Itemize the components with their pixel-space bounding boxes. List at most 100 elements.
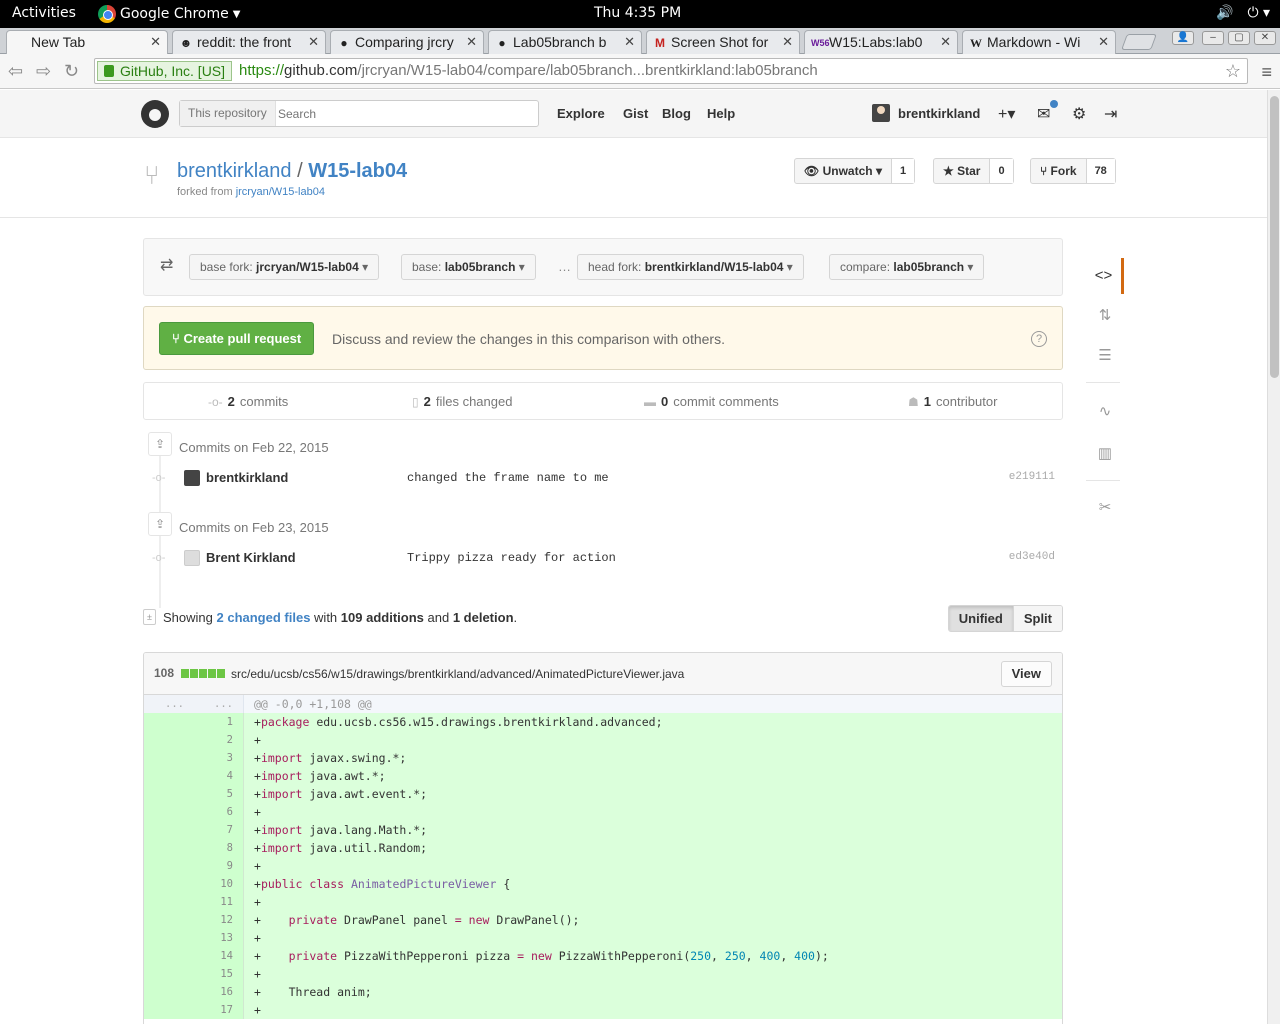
old-line-number[interactable]	[144, 893, 194, 911]
page-scrollbar[interactable]	[1267, 90, 1280, 1024]
tab-w15-labs[interactable]: W56 W15:Labs:lab0 ✕	[804, 30, 958, 54]
old-line-number[interactable]	[144, 1001, 194, 1019]
new-line-number[interactable]: 13	[194, 929, 244, 947]
new-line-number[interactable]: 3	[194, 749, 244, 767]
old-line-number[interactable]	[144, 731, 194, 749]
code-icon[interactable]: <>	[1086, 258, 1124, 294]
old-line-number[interactable]	[144, 713, 194, 731]
old-line-number[interactable]	[144, 857, 194, 875]
fork-count[interactable]: 78	[1085, 159, 1115, 183]
contributors-tab[interactable]: ☗ 1 contributor	[908, 394, 997, 409]
changed-files-link[interactable]: 2 changed files	[217, 610, 311, 625]
pull-requests-icon[interactable]: ⇅	[1086, 298, 1124, 334]
commit-message[interactable]: Trippy pizza ready for action	[407, 551, 616, 565]
close-icon[interactable]: ✕	[940, 34, 951, 50]
new-line-number[interactable]: 15	[194, 965, 244, 983]
address-bar[interactable]: GitHub, Inc. [US] https://github.com/jrc…	[94, 58, 1248, 84]
close-icon[interactable]: ✕	[150, 34, 161, 50]
new-line-number[interactable]: 12	[194, 911, 244, 929]
commits-tab[interactable]: -o- 2 commits	[208, 394, 288, 409]
unwatch-button[interactable]: 👁 Unwatch ▾ 1	[794, 158, 916, 184]
nav-explore[interactable]: Explore	[557, 106, 605, 121]
close-window-button[interactable]: ✕	[1254, 31, 1276, 45]
profile-icon[interactable]: 👤	[1172, 31, 1194, 45]
new-line-number[interactable]: 9	[194, 857, 244, 875]
expand-new[interactable]: ...	[194, 695, 244, 713]
expand-old[interactable]: ...	[144, 695, 194, 713]
new-line-number[interactable]: 10	[194, 875, 244, 893]
commit-comments-tab[interactable]: ▬ 0 commit comments	[644, 394, 779, 409]
tab-comparing[interactable]: ● Comparing jrcry ✕	[330, 30, 484, 54]
commit-sha[interactable]: e219111	[1009, 471, 1055, 483]
old-line-number[interactable]	[144, 965, 194, 983]
base-fork-select[interactable]: base fork: jrcryan/W15-lab04 ▾	[189, 254, 380, 280]
old-line-number[interactable]	[144, 839, 194, 857]
sign-out-icon[interactable]: ⇥	[1104, 104, 1117, 124]
settings-gear-icon[interactable]: ⚙	[1072, 104, 1086, 124]
old-line-number[interactable]	[144, 803, 194, 821]
repo-name-link[interactable]: W15-lab04	[308, 160, 407, 182]
new-tab-button[interactable]	[1121, 34, 1157, 50]
old-line-number[interactable]	[144, 929, 194, 947]
watch-count[interactable]: 1	[890, 159, 915, 183]
fork-button[interactable]: ⑂ Fork 78	[1030, 158, 1116, 184]
graphs-icon[interactable]: ▥	[1086, 436, 1124, 472]
create-pull-request-button[interactable]: ⑂ Create pull request	[159, 322, 315, 355]
close-icon[interactable]: ✕	[466, 34, 477, 50]
nav-gist[interactable]: Gist	[623, 106, 648, 121]
user-profile-link[interactable]: brentkirkland	[872, 104, 980, 122]
new-line-number[interactable]: 11	[194, 893, 244, 911]
old-line-number[interactable]	[144, 749, 194, 767]
tab-new-tab[interactable]: New Tab ✕	[6, 30, 168, 54]
old-line-number[interactable]	[144, 785, 194, 803]
search-input[interactable]	[278, 104, 528, 123]
close-icon[interactable]: ✕	[1098, 34, 1109, 50]
old-line-number[interactable]	[144, 947, 194, 965]
old-line-number[interactable]	[144, 983, 194, 1001]
forward-icon[interactable]: ⇨	[36, 61, 51, 82]
app-menu[interactable]: Google Chrome ▼	[98, 5, 240, 23]
repo-owner-link[interactable]: brentkirkland	[177, 160, 292, 182]
power-icon[interactable]: ⏻ ▾	[1247, 5, 1270, 21]
bookmark-star-icon[interactable]: ☆	[1225, 59, 1241, 83]
new-line-number[interactable]: 7	[194, 821, 244, 839]
old-line-number[interactable]	[144, 911, 194, 929]
new-line-number[interactable]: 16	[194, 983, 244, 1001]
pulse-icon[interactable]: ∿	[1086, 394, 1124, 430]
nav-blog[interactable]: Blog	[662, 106, 691, 121]
commit-sha[interactable]: ed3e40d	[1009, 551, 1055, 563]
unified-button[interactable]: Unified	[948, 606, 1013, 631]
base-branch-select[interactable]: base: lab05branch ▾	[401, 254, 536, 280]
help-icon[interactable]: ?	[1031, 331, 1047, 347]
commit-author[interactable]: Brent Kirkland	[206, 550, 296, 565]
new-line-number[interactable]: 8	[194, 839, 244, 857]
tab-lab05branch[interactable]: ● Lab05branch b ✕	[488, 30, 642, 54]
new-line-number[interactable]: 17	[194, 1001, 244, 1019]
compare-branch-select[interactable]: compare: lab05branch ▾	[829, 254, 985, 280]
clock[interactable]: Thu 4:35 PM	[594, 5, 681, 21]
old-line-number[interactable]	[144, 767, 194, 785]
new-line-number[interactable]: 4	[194, 767, 244, 785]
close-icon[interactable]: ✕	[308, 34, 319, 50]
old-line-number[interactable]	[144, 821, 194, 839]
reload-icon[interactable]: ↻	[64, 61, 79, 82]
forked-from-link[interactable]: jrcryan/W15-lab04	[236, 186, 325, 198]
old-line-number[interactable]	[144, 875, 194, 893]
github-logo-icon[interactable]	[141, 100, 169, 128]
back-icon[interactable]: ⇦	[8, 61, 23, 82]
volume-icon[interactable]: 🔊	[1216, 5, 1233, 21]
chrome-menu-icon[interactable]: ≡	[1261, 62, 1272, 83]
settings-tools-icon[interactable]: ✂	[1086, 490, 1124, 526]
minimize-button[interactable]: –	[1202, 31, 1224, 45]
star-count[interactable]: 0	[989, 159, 1013, 183]
tab-markdown[interactable]: W Markdown - Wi ✕	[962, 30, 1116, 54]
ev-certificate-badge[interactable]: GitHub, Inc. [US]	[97, 61, 233, 81]
wiki-icon[interactable]: ☰	[1086, 338, 1124, 374]
new-line-number[interactable]: 14	[194, 947, 244, 965]
nav-help[interactable]: Help	[707, 106, 735, 121]
new-line-number[interactable]: 6	[194, 803, 244, 821]
close-icon[interactable]: ✕	[624, 34, 635, 50]
system-tray[interactable]: 🔊 ⏻ ▾	[1216, 5, 1270, 21]
notifications-icon[interactable]: ✉	[1037, 104, 1050, 124]
url-text[interactable]: https://github.com/jrcryan/W15-lab04/com…	[239, 59, 818, 83]
